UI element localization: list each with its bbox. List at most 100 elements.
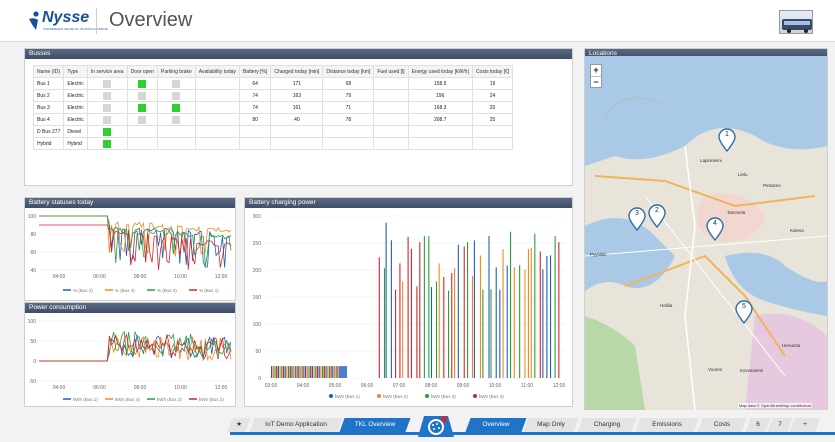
y-tick-label: 200 — [253, 268, 262, 274]
legend-label: kWh (Bus 2) — [199, 397, 224, 402]
column-header[interactable]: Type — [63, 65, 88, 78]
bus-row[interactable]: Bus 1 Electric 64 171 68 158.5 19 — [32, 77, 514, 90]
status-indicator — [103, 115, 112, 124]
charging-bar — [385, 222, 387, 378]
column-header[interactable]: Costs today [€] — [471, 65, 514, 78]
y-tick-label: 40 — [30, 268, 36, 274]
map-label: Lielu — [738, 172, 748, 177]
column-header[interactable]: Fuel used [l] — [373, 65, 409, 78]
status-cell — [86, 137, 128, 150]
tab-item[interactable]: 6 — [745, 418, 771, 432]
busses-table-body: Bus 1 Electric 64 171 68 158.5 19 Bus 2 Electric… — [32, 77, 514, 150]
table-cell: Bus 2 — [32, 89, 65, 102]
charging-bar — [305, 366, 307, 378]
table-cell — [238, 137, 272, 150]
map-label: Vuores — [708, 367, 723, 372]
table-cell: D Bus 277 — [32, 125, 65, 138]
tab-item[interactable]: Charging — [577, 418, 637, 432]
charging-bar — [399, 263, 401, 378]
charging-bar — [322, 366, 324, 378]
charging-bar — [282, 366, 285, 378]
charging-bar — [286, 366, 288, 378]
map-label: Lapinniemi — [700, 158, 722, 163]
map-marker-pin[interactable]: 1 — [718, 128, 736, 153]
bus-row[interactable]: D Bus 277 Diesel — [32, 125, 514, 138]
bus-row[interactable]: Bus 4 Electric 80 40 78 208.7 25 — [32, 113, 514, 126]
column-header[interactable]: Door open — [126, 65, 158, 78]
charging-bar — [315, 366, 317, 378]
table-cell: 68 — [322, 77, 375, 90]
column-header[interactable]: Battery [%] — [238, 65, 272, 78]
column-header[interactable]: Name (ID) — [32, 65, 65, 78]
status-indicator — [103, 127, 112, 136]
charging-bar — [428, 236, 430, 378]
table-cell: 74 — [238, 101, 272, 114]
map-marker-pin[interactable]: 3 — [628, 207, 646, 232]
tab-item[interactable]: + — [789, 418, 821, 432]
x-tick-label: 09:00 — [457, 383, 470, 389]
map-marker-pin[interactable]: 5 — [735, 300, 753, 325]
bus-row[interactable]: Bus 3 Electric 74 161 71 168.3 20 — [32, 101, 514, 114]
map-pin-number: 4 — [713, 220, 717, 227]
charging-bar — [306, 366, 308, 378]
table-cell — [238, 125, 272, 138]
table-cell: 196 — [407, 89, 473, 102]
table-cell: 64 — [238, 77, 272, 90]
tab-item[interactable]: Map Only — [523, 418, 579, 432]
table-cell: Bus 3 — [32, 101, 65, 114]
status-cell — [156, 113, 196, 126]
table-cell — [194, 137, 240, 150]
brand-name: Nysse — [42, 9, 90, 26]
map-pin-number: 2 — [655, 207, 659, 214]
tab-favorites[interactable]: ★ — [227, 418, 251, 432]
busses-panel-title: Busses — [25, 49, 572, 59]
table-cell — [194, 125, 240, 138]
tab-item[interactable]: Costs — [697, 418, 747, 432]
tab-item[interactable]: IoT Demo Application — [249, 418, 343, 432]
tab-label: Costs — [713, 421, 731, 428]
column-header[interactable]: Parking brake — [156, 65, 196, 78]
column-header[interactable]: Charged today [min] — [270, 65, 324, 78]
bus-row[interactable]: Hybrid Hybrid — [32, 137, 514, 150]
column-header[interactable]: In service area — [86, 65, 128, 78]
legend-label: kWh (Bus 3) — [157, 397, 182, 402]
battery-statuses-title: Battery statuses today — [25, 198, 235, 208]
y-tick-label: 100 — [28, 214, 37, 220]
y-tick-label: 60 — [30, 250, 36, 256]
status-indicator — [103, 103, 112, 112]
charging-bar — [390, 240, 392, 378]
map-marker-pin[interactable]: 4 — [706, 217, 724, 242]
status-cell — [156, 137, 196, 150]
table-cell — [270, 137, 324, 150]
y-tick-label: 250 — [253, 241, 262, 247]
charging-bar — [339, 366, 347, 378]
tab-label: + — [803, 421, 807, 428]
charging-bar — [488, 235, 490, 378]
tab-item[interactable]: Emissions — [635, 418, 699, 432]
status-indicator — [103, 139, 112, 148]
x-tick-label: 06:00 — [93, 385, 106, 391]
status-cell — [156, 101, 196, 114]
table-cell: Diesel — [63, 125, 88, 138]
x-tick-label: 04:00 — [297, 383, 310, 389]
tab-item[interactable]: TKL Overview — [339, 418, 411, 432]
status-cell — [86, 125, 128, 138]
column-header[interactable]: Availability today — [194, 65, 240, 78]
tab-label: IoT Demo Application — [265, 421, 327, 428]
charging-bar — [534, 233, 536, 378]
tab-item[interactable]: 7 — [767, 418, 793, 432]
column-header[interactable]: Distance today [km] — [322, 65, 375, 78]
bus-row[interactable]: Bus 2 Electric 74 163 79 196 24 — [32, 89, 514, 102]
tab-item[interactable]: Overview — [465, 418, 527, 432]
table-cell — [270, 125, 324, 138]
charging-bar — [410, 248, 412, 378]
zoom-out-button[interactable]: − — [591, 76, 601, 87]
x-tick-label: 12:00 — [553, 383, 566, 389]
map-marker-pin[interactable]: 2 — [648, 204, 666, 229]
zoom-in-button[interactable]: + — [591, 65, 601, 76]
legend-swatch — [329, 394, 333, 398]
status-cell — [86, 101, 128, 114]
charging-bar — [451, 272, 453, 378]
column-header[interactable]: Energy used today [kW/h] — [407, 65, 473, 78]
charging-bar — [530, 247, 532, 378]
